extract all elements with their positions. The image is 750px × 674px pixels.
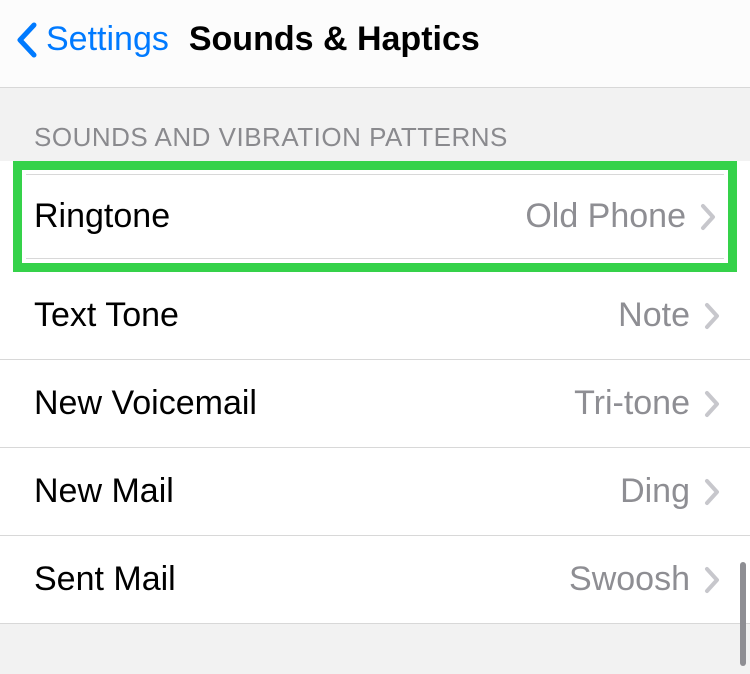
highlight-ringtone: Ringtone Old Phone <box>13 161 737 272</box>
item-value: Swoosh <box>569 560 690 599</box>
settings-list: Ringtone Old Phone Text Tone Note New V <box>0 161 750 624</box>
list-item-new-voicemail[interactable]: New Voicemail Tri-tone <box>0 360 750 448</box>
page-title: Sounds & Haptics <box>189 20 480 59</box>
item-label: New Mail <box>34 472 174 511</box>
chevron-left-icon <box>16 22 38 58</box>
item-value: Note <box>618 296 690 335</box>
item-value: Tri-tone <box>574 384 690 423</box>
list-item-ringtone[interactable]: Ringtone Old Phone <box>26 174 724 259</box>
item-value: Ding <box>620 472 690 511</box>
list-item-sent-mail[interactable]: Sent Mail Swoosh <box>0 536 750 624</box>
item-label: New Voicemail <box>34 384 257 423</box>
item-label: Sent Mail <box>34 560 176 599</box>
item-value: Old Phone <box>525 197 686 236</box>
item-right: Note <box>618 296 720 335</box>
item-right: Swoosh <box>569 560 720 599</box>
scrollbar[interactable] <box>740 562 746 666</box>
list-item-new-mail[interactable]: New Mail Ding <box>0 448 750 536</box>
chevron-right-icon <box>704 390 720 418</box>
section-header: SOUNDS AND VIBRATION PATTERNS <box>0 88 750 161</box>
back-button[interactable]: Settings <box>16 20 169 59</box>
chevron-right-icon <box>704 302 720 330</box>
back-label: Settings <box>46 20 169 59</box>
item-label: Ringtone <box>34 197 170 236</box>
item-right: Old Phone <box>525 197 716 236</box>
list-item-text-tone[interactable]: Text Tone Note <box>0 272 750 360</box>
chevron-right-icon <box>704 478 720 506</box>
item-right: Tri-tone <box>574 384 720 423</box>
chevron-right-icon <box>700 203 716 231</box>
item-right: Ding <box>620 472 720 511</box>
item-label: Text Tone <box>34 296 179 335</box>
nav-header: Settings Sounds & Haptics <box>0 0 750 88</box>
chevron-right-icon <box>704 566 720 594</box>
